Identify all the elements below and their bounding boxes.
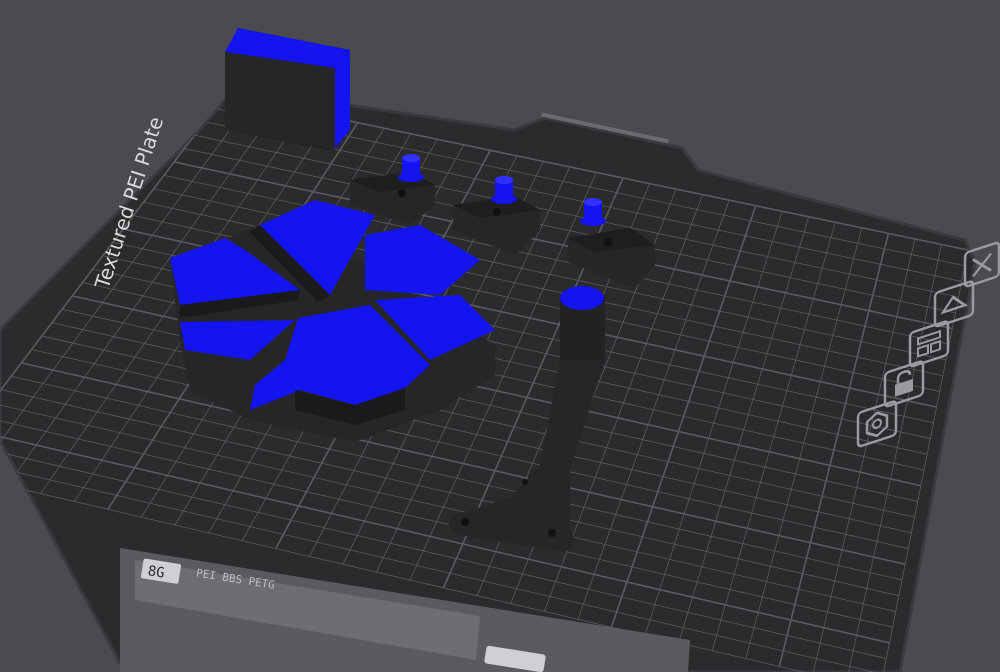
build-plate-scene[interactable]: Textured PEI Plate 8G PEI BBS PETG: [0, 0, 1000, 672]
model-box[interactable]: [225, 28, 350, 150]
3d-viewport[interactable]: Textured PEI Plate 8G PEI BBS PETG: [0, 0, 1000, 672]
plate-badge-text: 8G: [147, 563, 166, 581]
